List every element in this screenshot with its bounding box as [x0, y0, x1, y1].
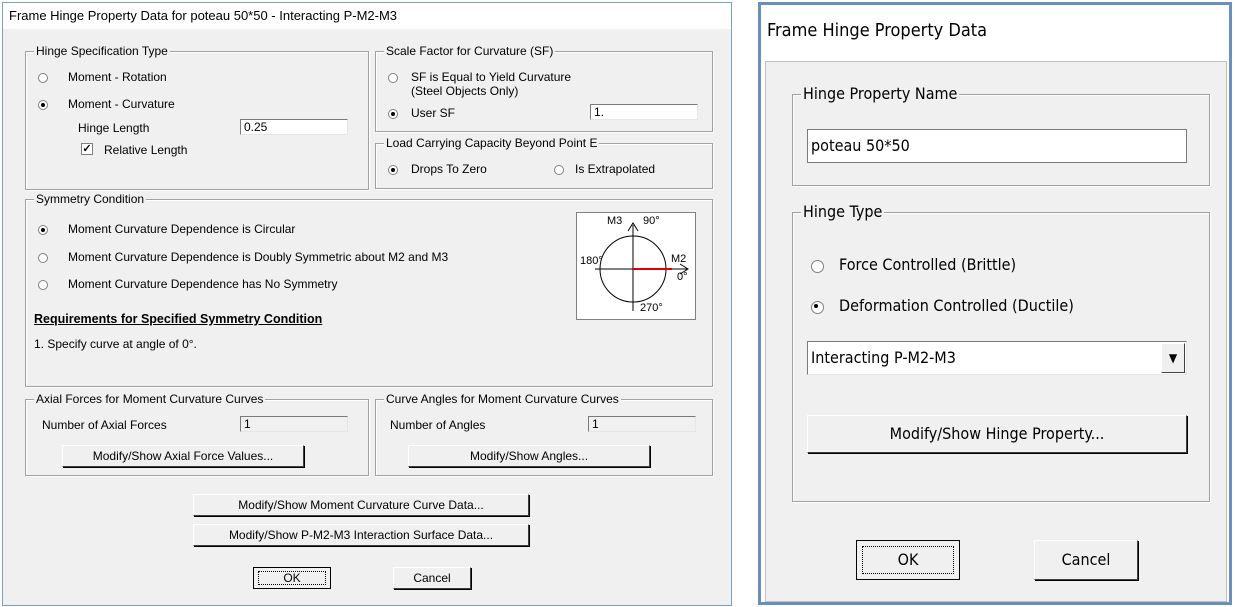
hinge-length-input[interactable]: 0.25: [240, 119, 348, 135]
sf-user-radio[interactable]: [388, 109, 398, 119]
hinge-length-label: Hinge Length: [78, 121, 150, 135]
ok-button-left[interactable]: OK: [253, 567, 331, 589]
symmetry-group-label: Symmetry Condition: [34, 192, 147, 206]
axial-forces-count-field: 1: [240, 416, 348, 432]
hinge-type-group-label: Hinge Type: [801, 202, 885, 221]
user-sf-input[interactable]: 1.: [590, 104, 698, 120]
angle-270-label: 270°: [640, 302, 663, 314]
drops-to-zero-label: Drops To Zero: [411, 162, 487, 176]
moment-rotation-radio[interactable]: [38, 73, 48, 83]
right-dialog: Frame Hinge Property Data Hinge Property…: [758, 2, 1232, 605]
hinge-type-group: Hinge Type Force Controlled (Brittle) De…: [792, 202, 1210, 502]
symmetry-group: Symmetry Condition Moment Curvature Depe…: [25, 192, 713, 387]
extrapolated-radio[interactable]: [554, 165, 564, 175]
ok-focus-rect-left: [258, 571, 326, 585]
triangle-down-icon: ▼: [1168, 351, 1178, 365]
hinge-name-group-label: Hinge Property Name: [801, 84, 960, 103]
angles-count-field: 1: [588, 416, 696, 432]
symmetry-doubly-label: Moment Curvature Dependence is Doubly Sy…: [68, 250, 449, 264]
ok-focus-rect-right: [862, 546, 954, 574]
symmetry-none-label: Moment Curvature Dependence has No Symme…: [68, 277, 338, 291]
hinge-name-group: Hinge Property Name poteau 50*50: [792, 84, 1210, 186]
symmetry-doubly-radio[interactable]: [38, 253, 48, 263]
drops-to-zero-radio[interactable]: [388, 165, 398, 175]
sf-yield-label: SF is Equal to Yield Curvature: [411, 70, 572, 84]
m2-label: M2: [671, 253, 687, 265]
cancel-button-right[interactable]: Cancel: [1034, 540, 1138, 580]
hinge-name-input[interactable]: poteau 50*50: [807, 129, 1187, 163]
symmetry-none-radio[interactable]: [38, 280, 48, 290]
relative-length-label: Relative Length: [104, 143, 188, 157]
sf-yield-note: (Steel Objects Only): [411, 84, 519, 98]
right-dialog-body: Hinge Property Name poteau 50*50 Hinge T…: [765, 61, 1227, 602]
ok-button-right[interactable]: OK: [856, 540, 960, 580]
angles-button[interactable]: Modify/Show Angles...: [408, 445, 650, 467]
symmetry-circular-radio[interactable]: [38, 225, 48, 235]
force-controlled-label: Force Controlled (Brittle): [839, 255, 1017, 274]
hinge-type-select-value: Interacting P-M2-M3: [811, 348, 956, 367]
hinge-type-dropdown-button[interactable]: ▼: [1161, 343, 1185, 373]
deformation-controlled-label: Deformation Controlled (Ductile): [839, 296, 1074, 315]
angles-count-label: Number of Angles: [390, 418, 486, 432]
relative-length-checkbox[interactable]: ✓: [81, 143, 93, 155]
axial-forces-group-label: Axial Forces for Moment Curvature Curves: [34, 392, 266, 406]
force-controlled-radio[interactable]: [811, 260, 824, 273]
extrapolated-label: Is Extrapolated: [575, 162, 656, 176]
scale-factor-group-label: Scale Factor for Curvature (SF): [384, 44, 556, 58]
moment-curvature-radio[interactable]: [38, 100, 48, 110]
interaction-surface-button[interactable]: Modify/Show P-M2-M3 Interaction Surface …: [193, 524, 529, 546]
axial-forces-group: Axial Forces for Moment Curvature Curves…: [25, 392, 369, 476]
sf-user-label: User SF: [411, 106, 456, 120]
modify-hinge-property-button[interactable]: Modify/Show Hinge Property...: [807, 415, 1187, 453]
angle-diagram: M3 90° 180° M2 0° 270°: [576, 212, 696, 320]
cancel-button-left[interactable]: Cancel: [393, 567, 471, 589]
left-dialog-title: Frame Hinge Property Data for poteau 50*…: [3, 3, 731, 29]
hinge-type-select[interactable]: Interacting P-M2-M3 ▼: [807, 341, 1187, 375]
left-dialog: Frame Hinge Property Data for poteau 50*…: [2, 2, 732, 606]
axial-force-values-button[interactable]: Modify/Show Axial Force Values...: [62, 445, 304, 467]
sf-yield-radio[interactable]: [388, 73, 398, 83]
curve-angles-group-label: Curve Angles for Moment Curvature Curves: [384, 392, 621, 406]
moment-curvature-label: Moment - Curvature: [68, 97, 175, 111]
angle-0-label: 0°: [677, 271, 688, 283]
angle-90-label: 90°: [643, 215, 660, 227]
requirement-1: 1. Specify curve at angle of 0°.: [34, 337, 197, 351]
symmetry-circular-label: Moment Curvature Dependence is Circular: [68, 222, 296, 236]
angle-180-label: 180°: [580, 255, 603, 267]
deformation-controlled-radio[interactable]: [811, 301, 824, 314]
right-dialog-title: Frame Hinge Property Data: [761, 5, 1229, 57]
hinge-spec-group-label: Hinge Specification Type: [34, 44, 170, 58]
hinge-spec-group: Hinge Specification Type Moment - Rotati…: [25, 44, 369, 190]
m3-label: M3: [607, 215, 623, 227]
axial-forces-count-label: Number of Axial Forces: [42, 418, 167, 432]
load-capacity-group-label: Load Carrying Capacity Beyond Point E: [384, 136, 600, 150]
moment-curvature-data-button[interactable]: Modify/Show Moment Curvature Curve Data.…: [193, 494, 529, 516]
curve-angles-group: Curve Angles for Moment Curvature Curves…: [375, 392, 713, 476]
moment-rotation-label: Moment - Rotation: [68, 70, 167, 84]
scale-factor-group: Scale Factor for Curvature (SF) SF is Eq…: [375, 44, 713, 132]
requirements-title: Requirements for Specified Symmetry Cond…: [34, 312, 323, 326]
load-capacity-group: Load Carrying Capacity Beyond Point E Dr…: [375, 136, 713, 189]
